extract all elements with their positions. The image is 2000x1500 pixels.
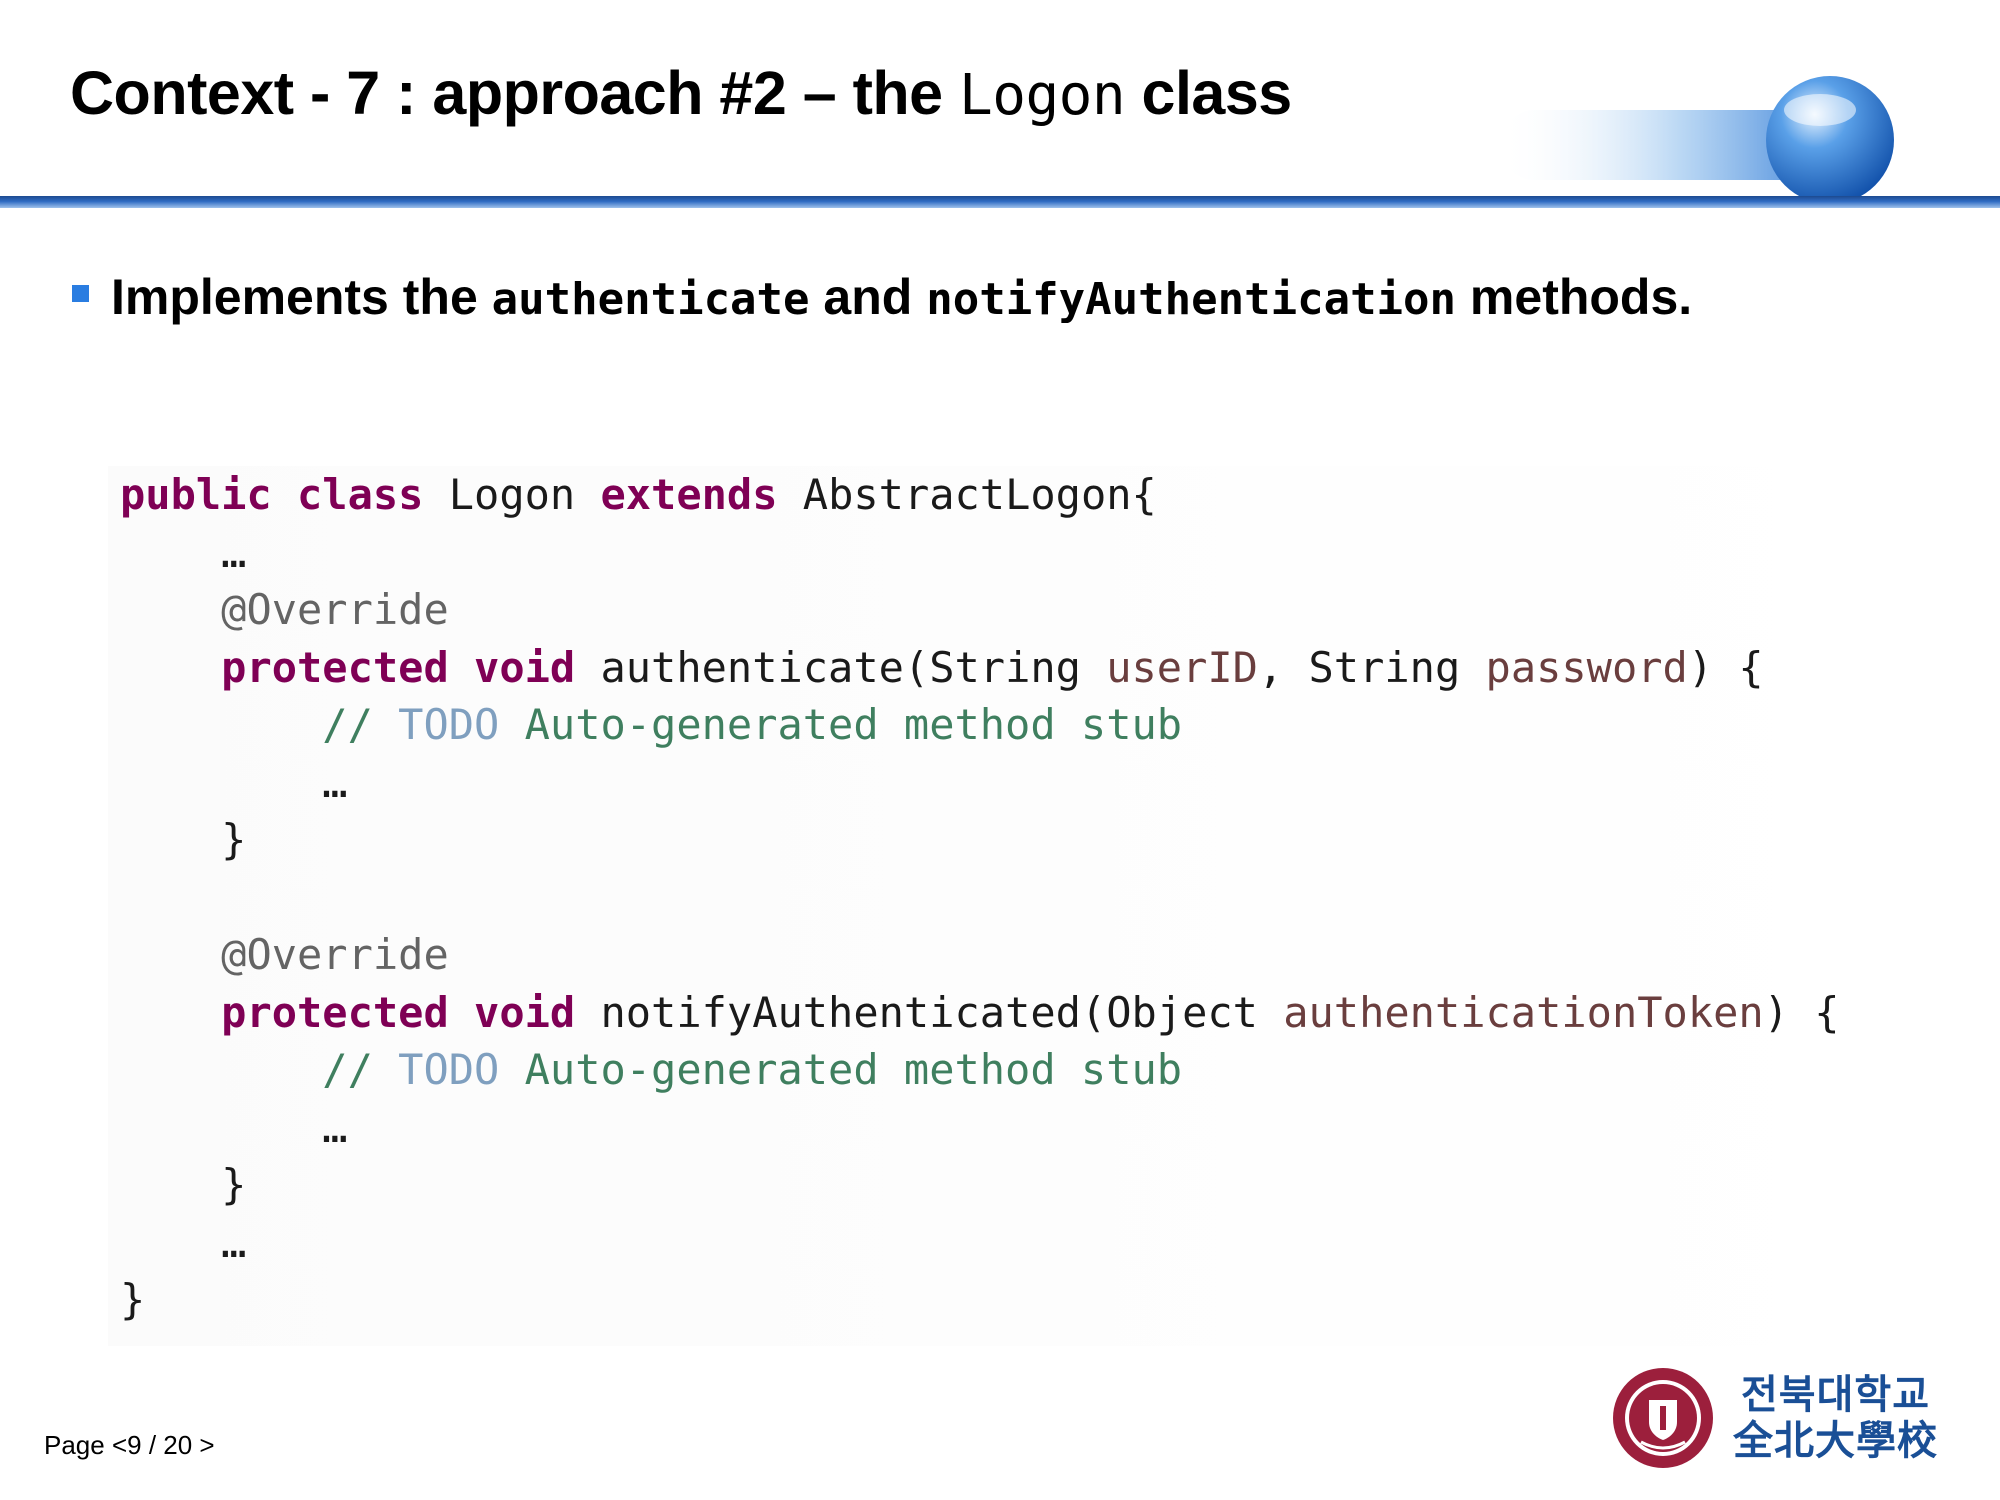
bullet-square-icon [72,284,89,302]
bullet-text: Implements the authenticate and notifyAu… [111,268,1692,326]
bullet-code-authenticate: authenticate [491,274,810,325]
code-todo-tag: TODO [398,1045,500,1094]
code-base-class: AbstractLogon{ [802,470,1157,519]
university-name-hanja: 全北大學校 [1733,1418,1938,1464]
code-ellipsis: … [322,1102,348,1152]
code-signature: ) { [1763,987,1840,1037]
code-annotation: @Override [221,585,449,634]
bullet-text-part: Implements the [111,269,492,325]
code-keyword: protected [221,642,449,692]
header-divider [0,196,2000,208]
code-keyword: class [297,470,424,519]
code-keyword: extends [600,470,778,519]
bullet-text-part: methods. [1456,269,1693,325]
code-todo-tag: TODO [398,700,500,749]
bullet-item: Implements the authenticate and notifyAu… [72,268,1692,326]
code-signature: ) { [1687,642,1764,692]
bullet-code-notify: notifyAuthentication [926,274,1457,325]
code-ellipsis: … [322,757,348,807]
code-parameter: password [1485,642,1688,692]
bullet-text-part: and [809,269,927,325]
code-ellipsis: … [221,527,247,577]
university-logo: 전북대학교 全北大學校 [1611,1366,1938,1470]
code-keyword: void [474,987,576,1037]
code-signature: , String [1257,642,1461,692]
code-parameter: userID [1106,642,1258,692]
university-name-korean: 전북대학교 [1741,1372,1930,1418]
code-brace: } [221,1160,247,1209]
slide-title: Context - 7 : approach #2 – the Logon cl… [70,58,1292,128]
code-comment: Auto-generated method stub [524,700,1183,749]
title-prefix: Context - 7 : approach #2 – the [70,59,960,127]
code-brace: } [221,815,247,864]
university-seal-icon [1613,1368,1713,1468]
code-keyword: void [474,642,576,692]
title-suffix: class [1125,59,1293,127]
code-listing: public class Logon extends AbstractLogon… [120,466,1840,1329]
code-class-name: Logon [448,470,576,519]
code-ellipsis: … [221,1217,247,1267]
code-annotation: @Override [221,930,449,979]
code-comment: // [322,700,373,749]
code-signature: authenticate(String [600,642,1081,692]
page-number: Page <9 / 20 > [44,1430,215,1460]
code-brace: } [120,1275,146,1324]
title-code: Logon [959,63,1126,128]
code-parameter: authenticationToken [1283,987,1764,1037]
code-keyword: protected [221,987,449,1037]
header-orb-decoration [1500,76,1894,204]
code-keyword: public [120,470,272,519]
code-signature: notifyAuthenticated(Object [600,987,1258,1037]
code-screenshot: public class Logon extends AbstractLogon… [108,466,1888,1346]
university-name: 전북대학교 全北大學校 [1733,1372,1938,1464]
code-comment: // [322,1045,373,1094]
code-comment: Auto-generated method stub [524,1045,1183,1094]
